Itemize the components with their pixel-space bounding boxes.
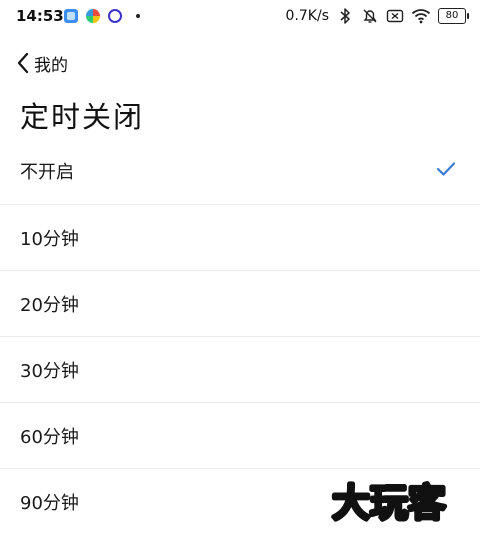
network-speed: 0.7K/s xyxy=(285,8,329,24)
option-label: 30分钟 xyxy=(20,360,79,382)
option-20-min[interactable]: 20分钟 xyxy=(0,270,480,336)
bluetooth-icon xyxy=(340,8,350,24)
more-notifications-dot xyxy=(136,14,140,18)
option-label: 60分钟 xyxy=(20,426,79,448)
screen: 14:53 0.7K/s 80 我的 定时关闭 不开启 10分钟 20分钟 30… xyxy=(0,0,480,546)
battery-icon: 80 xyxy=(438,8,469,24)
option-label: 不开启 xyxy=(20,162,74,183)
app-notification-icon xyxy=(108,9,122,23)
mute-bell-icon xyxy=(363,9,377,23)
status-bar: 14:53 0.7K/s 80 xyxy=(0,0,480,34)
sim-off-icon xyxy=(386,9,404,23)
app-notification-icon xyxy=(64,9,78,23)
checkmark-icon xyxy=(436,162,456,176)
option-10-min[interactable]: 10分钟 xyxy=(0,204,480,270)
timer-option-list: 不开启 10分钟 20分钟 30分钟 60分钟 90分钟 xyxy=(0,138,480,534)
option-60-min[interactable]: 60分钟 xyxy=(0,402,480,468)
chevron-left-icon xyxy=(17,52,29,74)
option-label: 90分钟 xyxy=(20,492,79,514)
option-30-min[interactable]: 30分钟 xyxy=(0,336,480,402)
notification-icons xyxy=(64,9,140,23)
option-label: 20分钟 xyxy=(20,294,79,316)
app-notification-icon xyxy=(86,9,100,23)
status-time: 14:53 xyxy=(16,7,64,25)
wifi-icon xyxy=(411,9,431,24)
option-off[interactable]: 不开启 xyxy=(0,138,480,204)
option-label: 10分钟 xyxy=(20,228,79,250)
back-label: 我的 xyxy=(34,55,68,76)
watermark-logo: 大玩客 大玩客 xyxy=(329,479,448,527)
page-title: 定时关闭 xyxy=(20,100,145,134)
back-button[interactable]: 我的 xyxy=(16,50,68,76)
watermark-text: 大玩客 xyxy=(332,481,446,525)
status-right: 0.7K/s 80 xyxy=(285,7,469,25)
